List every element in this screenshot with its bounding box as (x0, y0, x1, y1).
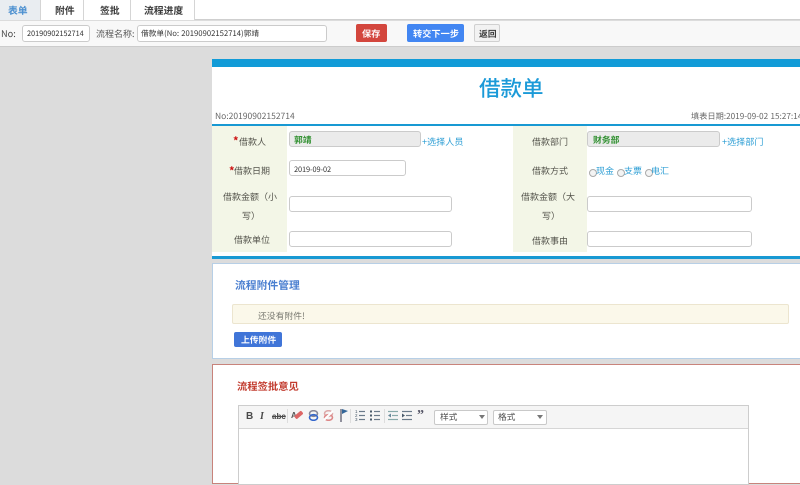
svg-text:3: 3 (355, 417, 358, 421)
